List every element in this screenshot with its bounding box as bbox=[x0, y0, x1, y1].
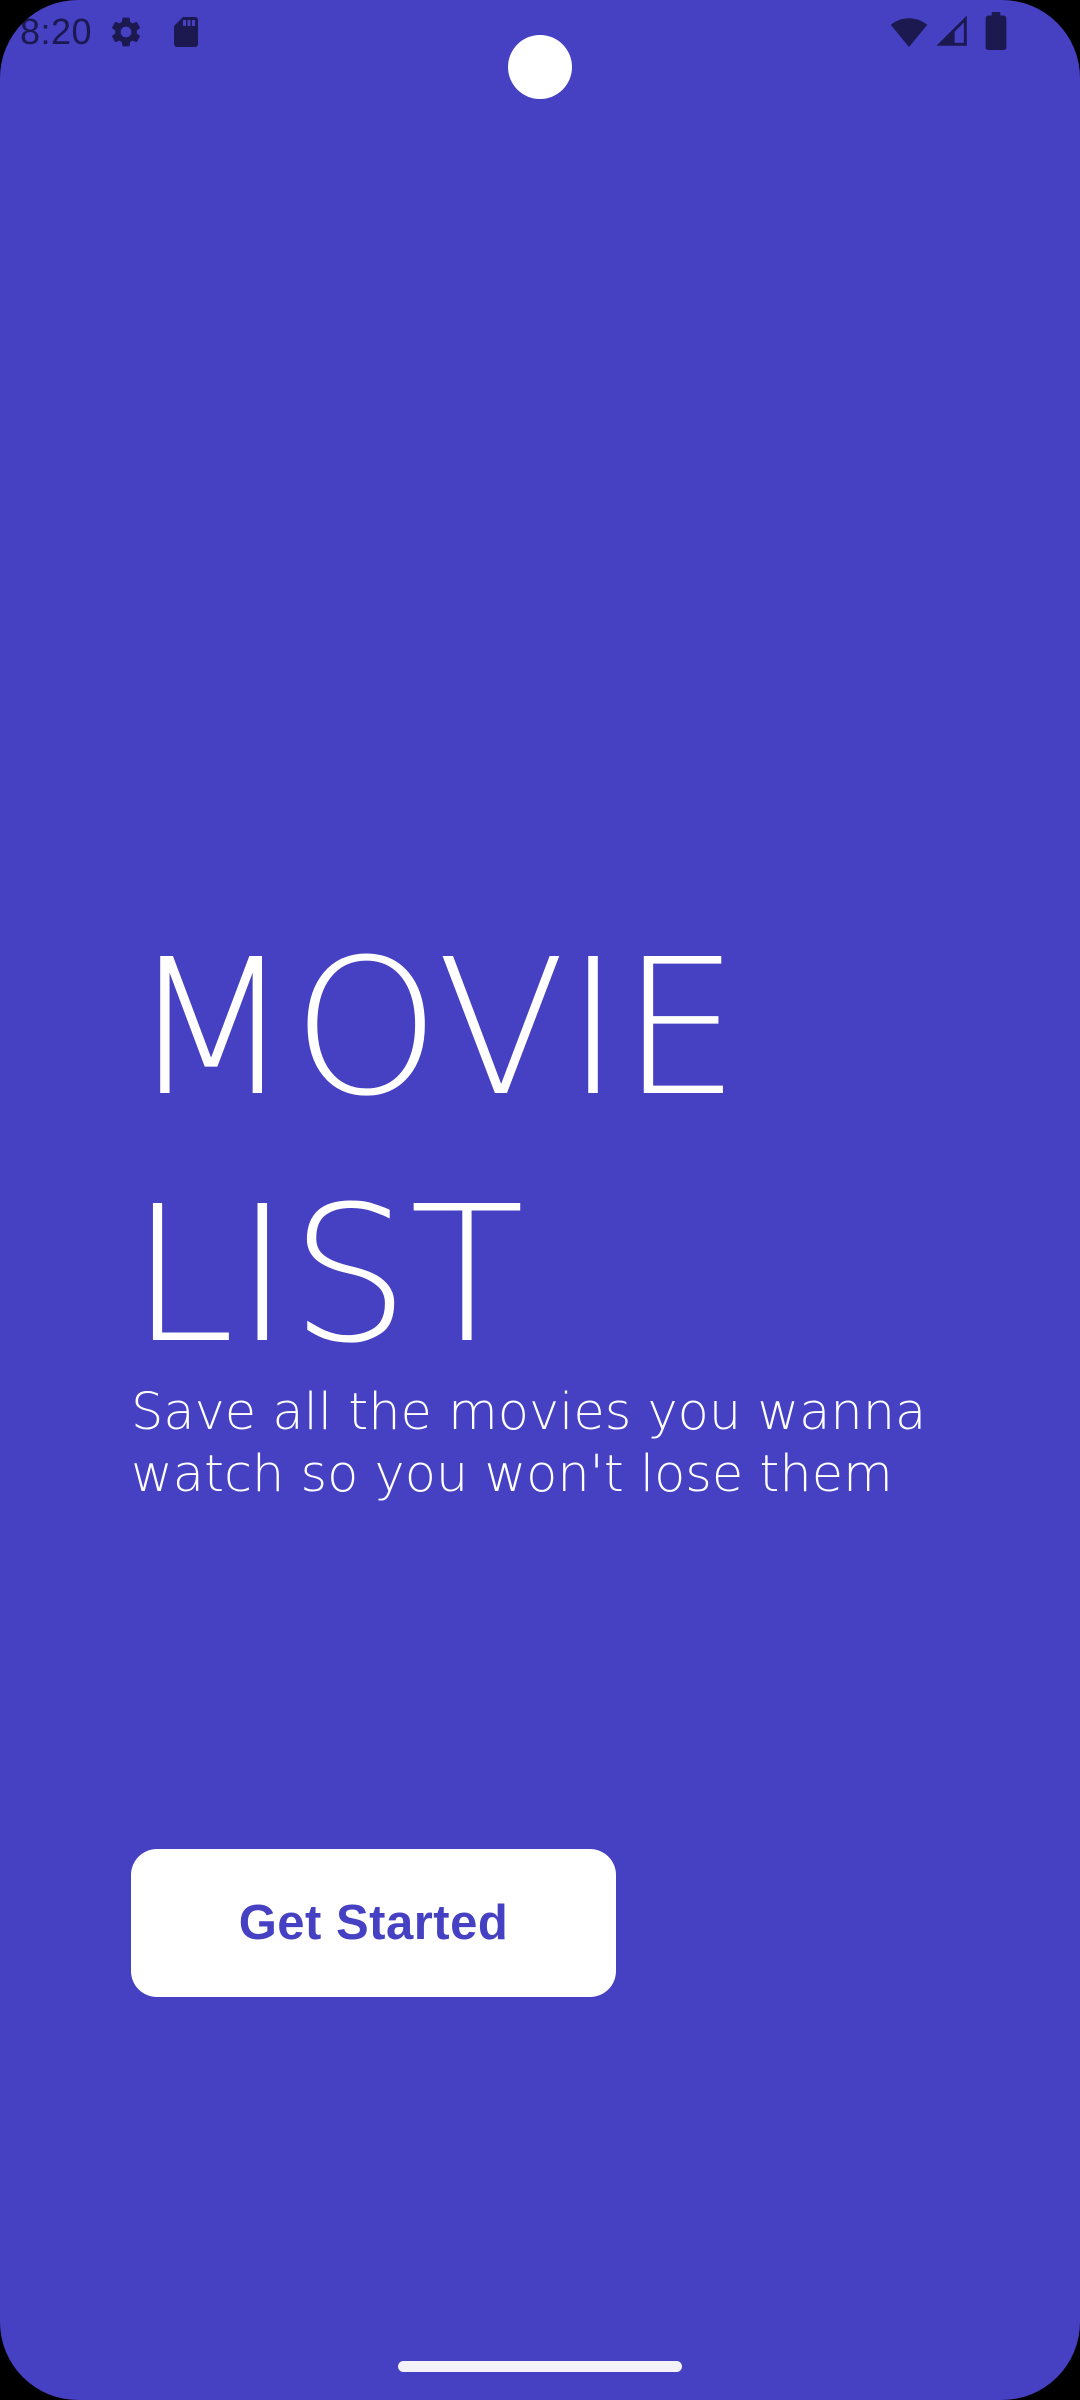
app-title-line-2: LIST bbox=[130, 1166, 525, 1385]
signal-icon bbox=[936, 15, 967, 46]
get-started-button[interactable]: Get Started bbox=[131, 1849, 616, 1997]
home-indicator[interactable] bbox=[398, 2361, 682, 2372]
status-time: 8:20 bbox=[20, 11, 93, 52]
app-title: MOVIE LIST bbox=[130, 905, 930, 1399]
gear-icon bbox=[111, 17, 141, 47]
wifi-icon bbox=[890, 18, 928, 48]
app-tagline: Save all the movies you wanna watch so y… bbox=[131, 1383, 927, 1504]
sd-card-icon bbox=[174, 17, 198, 47]
camera-cutout bbox=[508, 35, 572, 99]
battery-icon bbox=[985, 12, 1007, 50]
get-started-label: Get Started bbox=[238, 1896, 509, 1950]
app-title-line-1: MOVIE bbox=[130, 919, 740, 1138]
welcome-screen: 8:20 MOVIE LIST Save all the movies you … bbox=[0, 0, 1080, 2400]
